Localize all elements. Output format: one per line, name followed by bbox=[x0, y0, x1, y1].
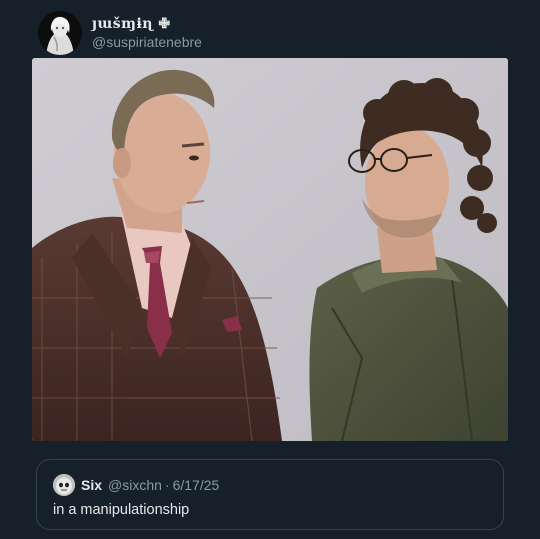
quoted-author-avatar-icon[interactable] bbox=[53, 474, 75, 496]
post-card: յաšɱɨɳ ✙ @suspiriatenebre Six @sixchn · … bbox=[0, 0, 540, 539]
author-names: յաšɱɨɳ ✙ @suspiriatenebre bbox=[92, 15, 202, 52]
meta-separator: · bbox=[164, 477, 170, 493]
post-author[interactable]: յաšɱɨɳ ✙ @suspiriatenebre bbox=[38, 11, 202, 55]
author-handle[interactable]: @suspiriatenebre bbox=[92, 33, 202, 52]
author-display-name[interactable]: յաšɱɨɳ ✙ bbox=[92, 15, 202, 33]
photo-image-icon bbox=[32, 58, 508, 441]
author-avatar-icon[interactable] bbox=[38, 11, 82, 55]
quoted-post-text: in a manipulationship bbox=[53, 502, 190, 518]
post-photo[interactable] bbox=[32, 58, 508, 441]
quoted-post-date[interactable]: 6/17/25 bbox=[173, 477, 220, 493]
quoted-post[interactable]: Six @sixchn · 6/17/25 in a manipulations… bbox=[36, 459, 504, 530]
quoted-author-name[interactable]: Six bbox=[81, 477, 102, 493]
quoted-author-handle[interactable]: @sixchn bbox=[108, 477, 162, 493]
quoted-post-header: Six @sixchn · 6/17/25 bbox=[53, 474, 219, 496]
